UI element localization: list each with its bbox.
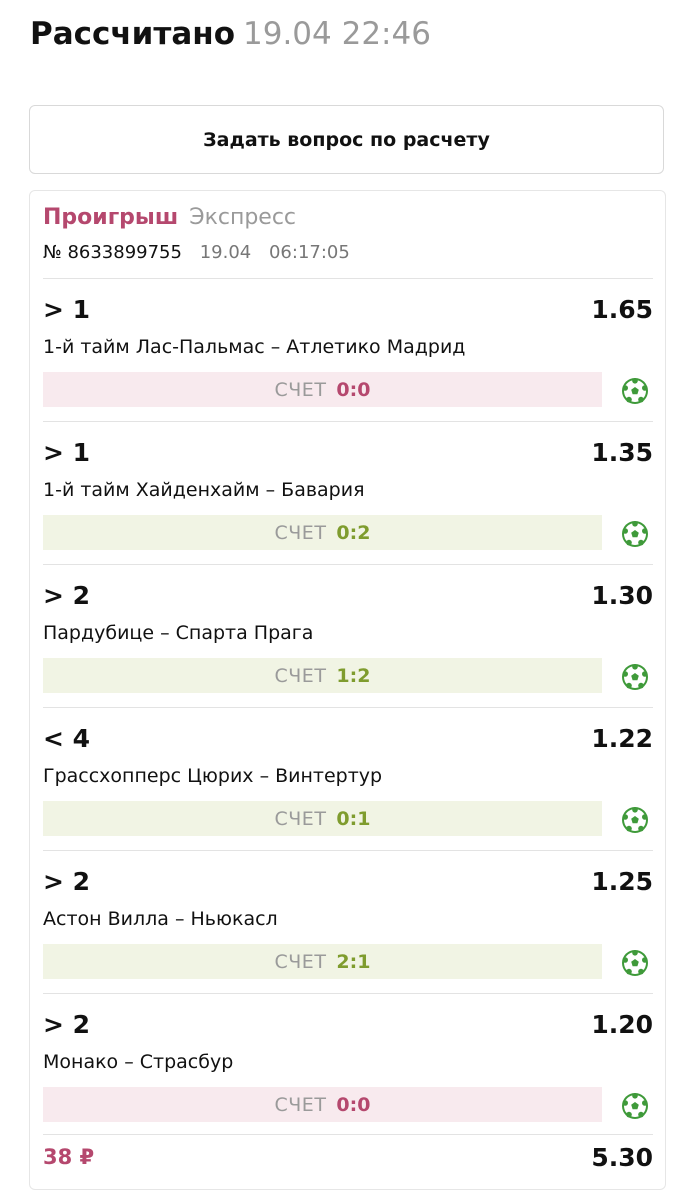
- event-row[interactable]: > 2 1.20 Монако – Страсбур СЧЕТ 0:0: [43, 993, 653, 1135]
- total-coefficient: 5.30: [591, 1143, 653, 1172]
- event-score-bar: СЧЕТ 0:2: [43, 515, 602, 550]
- soccer-ball-icon: [622, 378, 648, 404]
- event-match-name: Грассхопперс Цюрих – Винтертур: [43, 765, 383, 787]
- soccer-ball-icon: [622, 1093, 648, 1119]
- bet-card-header: Проигрыш Экспресс № 8633899755 19.04 06:…: [43, 203, 350, 265]
- page-header: Рассчитано 19.04 22:46: [30, 14, 431, 54]
- page-title: Рассчитано: [30, 16, 235, 52]
- event-match-name: Астон Вилла – Ньюкасл: [43, 908, 278, 930]
- soccer-ball-icon: [622, 950, 648, 976]
- event-match-name: Монако – Страсбур: [43, 1051, 234, 1073]
- bet-status: Проигрыш: [43, 205, 179, 230]
- event-match-name: Пардубице – Спарта Прага: [43, 622, 314, 644]
- event-coefficient: 1.25: [591, 867, 653, 896]
- score-label: СЧЕТ: [274, 664, 327, 687]
- score-value: 0:0: [336, 1093, 371, 1116]
- event-coefficient: 1.22: [591, 724, 653, 753]
- bet-date: 19.04: [199, 242, 252, 263]
- event-outcome: > 2: [43, 867, 91, 896]
- bet-number: № 8633899755: [43, 242, 182, 263]
- bet-time: 06:17:05: [268, 242, 350, 263]
- event-row[interactable]: > 2 1.30 Пардубице – Спарта Прага СЧЕТ 1:2: [43, 564, 653, 706]
- ask-about-settlement-button[interactable]: Задать вопрос по расчету: [29, 105, 664, 174]
- score-value: 0:2: [336, 521, 371, 544]
- soccer-ball-icon: [622, 807, 648, 833]
- bet-footer: 38 ₽ 5.30: [43, 1139, 653, 1179]
- settled-timestamp: 19.04 22:46: [243, 16, 431, 52]
- stake-amount: 38 ₽: [43, 1145, 95, 1169]
- event-outcome: > 1: [43, 295, 91, 324]
- score-label: СЧЕТ: [274, 1093, 327, 1116]
- event-outcome: > 2: [43, 581, 91, 610]
- score-label: СЧЕТ: [274, 378, 327, 401]
- soccer-ball-icon: [622, 521, 648, 547]
- event-coefficient: 1.65: [591, 295, 653, 324]
- score-value: 2:1: [336, 950, 371, 973]
- event-score-bar: СЧЕТ 1:2: [43, 658, 602, 693]
- score-label: СЧЕТ: [274, 521, 327, 544]
- score-label: СЧЕТ: [274, 807, 327, 830]
- bet-type: Экспресс: [189, 205, 297, 230]
- event-row[interactable]: < 4 1.22 Грассхопперс Цюрих – Винтертур СЧЕ…: [43, 707, 653, 849]
- score-value: 1:2: [336, 664, 371, 687]
- event-row[interactable]: > 2 1.25 Астон Вилла – Ньюкасл СЧЕТ 2:1: [43, 850, 653, 992]
- event-score-bar: СЧЕТ 0:0: [43, 372, 602, 407]
- soccer-ball-icon: [622, 664, 648, 690]
- score-value: 0:1: [336, 807, 371, 830]
- event-match-name: 1-й тайм Хайденхайм – Бавария: [43, 479, 365, 501]
- event-score-bar: СЧЕТ 0:1: [43, 801, 602, 836]
- event-coefficient: 1.30: [591, 581, 653, 610]
- event-score-bar: СЧЕТ 2:1: [43, 944, 602, 979]
- event-coefficient: 1.35: [591, 438, 653, 467]
- footer-divider: [43, 1134, 653, 1135]
- event-outcome: > 1: [43, 438, 91, 467]
- bet-card: Проигрыш Экспресс № 8633899755 19.04 06:…: [29, 190, 666, 1190]
- score-value: 0:0: [336, 378, 371, 401]
- event-row[interactable]: > 1 1.35 1-й тайм Хайденхайм – Бавария СЧЕТ…: [43, 421, 653, 563]
- event-outcome: > 2: [43, 1010, 91, 1039]
- event-outcome: < 4: [43, 724, 91, 753]
- event-match-name: 1-й тайм Лас-Пальмас – Атлетико Мадрид: [43, 336, 466, 358]
- event-row[interactable]: > 1 1.65 1-й тайм Лас-Пальмас – Атлетико М…: [43, 278, 653, 420]
- event-score-bar: СЧЕТ 0:0: [43, 1087, 602, 1122]
- score-label: СЧЕТ: [274, 950, 327, 973]
- event-coefficient: 1.20: [591, 1010, 653, 1039]
